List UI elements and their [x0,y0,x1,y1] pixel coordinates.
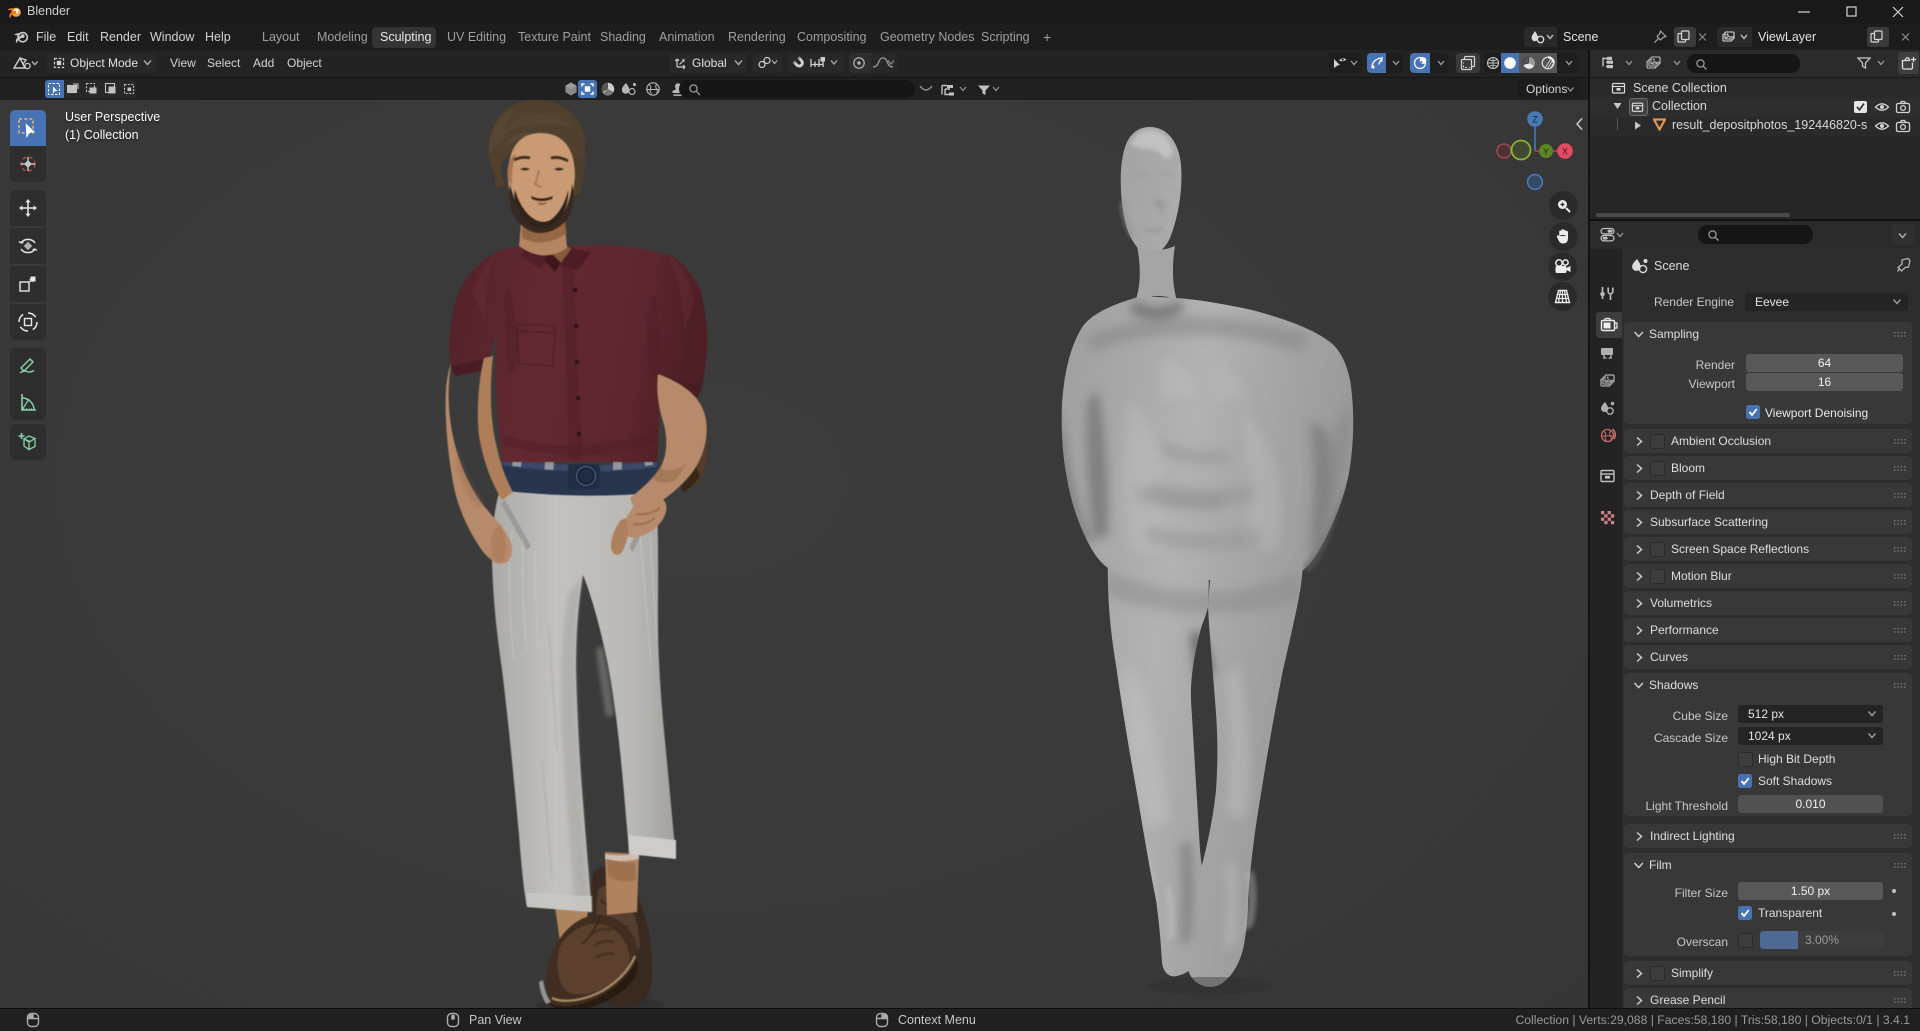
svg-text:Y: Y [1543,147,1549,157]
svg-text:X: X [1562,147,1568,157]
svg-text:Z: Z [1532,115,1538,125]
